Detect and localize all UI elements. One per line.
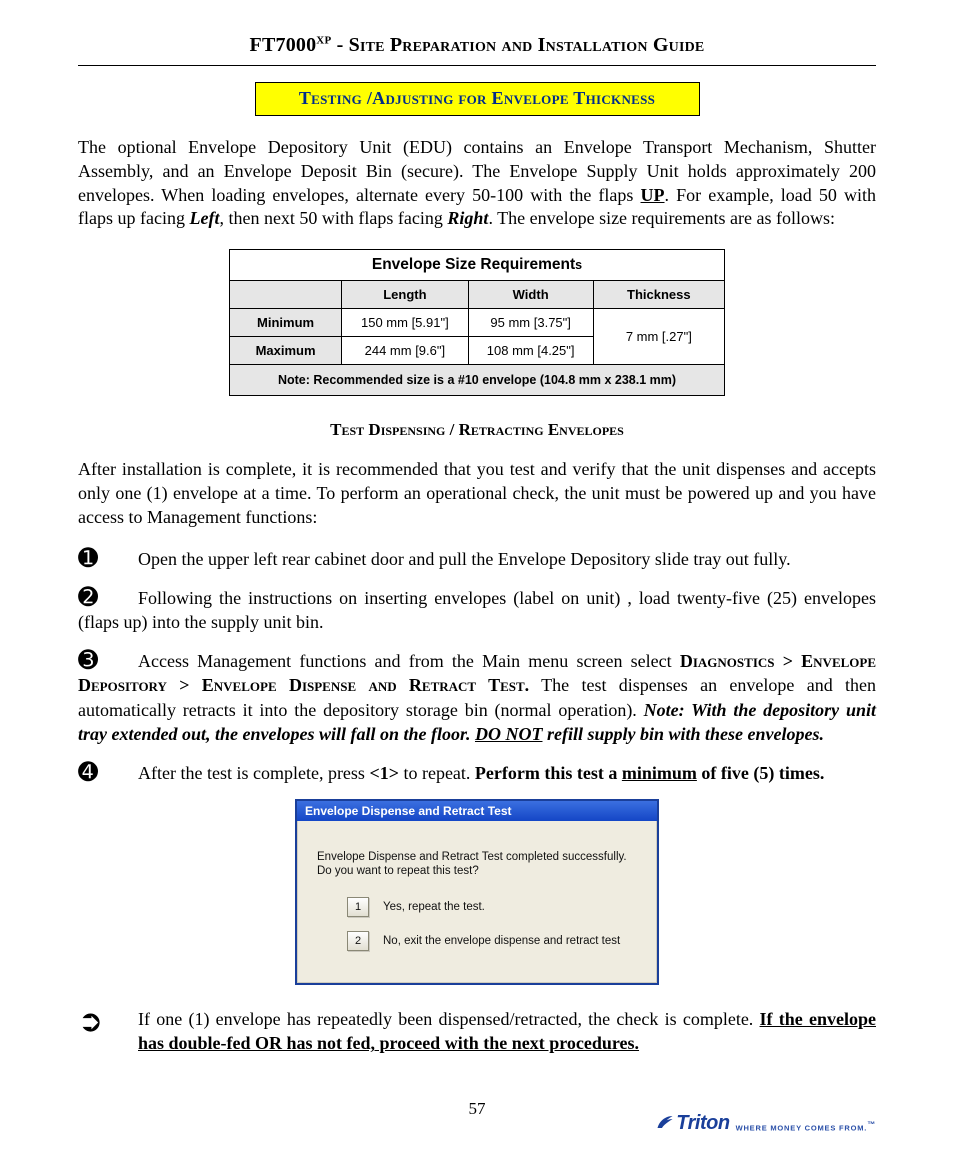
intro-right: Right xyxy=(447,208,488,228)
dialog-option-2[interactable]: 2 No, exit the envelope dispense and ret… xyxy=(347,931,637,951)
model-prefix: FT7000 xyxy=(250,34,317,56)
tm-mark: ™ xyxy=(867,1120,876,1129)
step-1: ➊ Open the upper left rear cabinet door … xyxy=(78,547,876,571)
step-4-mid: to repeat. xyxy=(399,763,475,783)
brand-mark: Triton xyxy=(656,1112,729,1135)
triton-swoosh-icon xyxy=(656,1113,674,1131)
table-title: Envelope Size Requirement xyxy=(372,256,575,273)
step-3-number-icon: ➌ xyxy=(78,649,138,673)
intro-paragraph: The optional Envelope Depository Unit (E… xyxy=(78,136,876,231)
step-1-number-icon: ➊ xyxy=(78,547,138,571)
header-rule xyxy=(78,65,876,66)
table-note: Note: Recommended size is a #10 envelope… xyxy=(230,365,725,396)
dialog-option-1[interactable]: 1 Yes, repeat the test. xyxy=(347,897,637,917)
table-row-min: Minimum 150 mm [5.91"] 95 mm [3.75"] 7 m… xyxy=(230,309,725,337)
table-title-suffix: s xyxy=(575,258,582,272)
step-3-note-tail: refill supply bin with these envelopes. xyxy=(542,724,824,744)
th-thickness: Thickness xyxy=(593,281,724,309)
page-header: FT7000XP - Site Preparation and Installa… xyxy=(78,34,876,65)
th-blank xyxy=(230,281,342,309)
step-arrow: ➲ If one (1) envelope has repeatedly bee… xyxy=(78,1007,876,1056)
step-4-pre: After the test is complete, press xyxy=(138,763,369,783)
dialog-mock: Envelope Dispense and Retract Test Envel… xyxy=(295,799,659,985)
row-min-length: 150 mm [5.91"] xyxy=(342,309,469,337)
intro-part4: . The envelope size requirements are as … xyxy=(488,208,835,228)
row-max-length: 244 mm [9.6"] xyxy=(342,337,469,365)
step-3-pre: Access Management functions and from the… xyxy=(138,651,680,671)
row-max-width: 108 mm [4.25"] xyxy=(468,337,593,365)
step-4-bold-post: of five (5) times. xyxy=(697,763,824,783)
step-2-text: Following the instructions on inserting … xyxy=(78,588,876,632)
th-width: Width xyxy=(468,281,593,309)
footer-logo: Triton WHERE MONEY COMES FROM.™ xyxy=(656,1112,876,1135)
dialog-opt1-text: Yes, repeat the test. xyxy=(383,901,485,913)
dialog-line2: Do you want to repeat this test? xyxy=(317,865,637,877)
step-4-line: After the test is complete, press <1> to… xyxy=(138,761,824,785)
step-3-donot: DO NOT xyxy=(475,724,543,744)
arrow-pre: If one (1) envelope has repeatedly been … xyxy=(138,1009,760,1029)
step-3: ➌ Access Management functions and from t… xyxy=(78,649,876,747)
steps-list: ➊ Open the upper left rear cabinet door … xyxy=(78,547,876,1056)
dialog-titlebar: Envelope Dispense and Retract Test xyxy=(297,801,657,821)
step-4: ➍ After the test is complete, press <1> … xyxy=(78,761,876,785)
intro-part3: , then next 50 with flaps facing xyxy=(219,208,447,228)
subsection-heading: Test Dispensing / Retracting Envelopes xyxy=(78,420,876,440)
step-4-key: <1> xyxy=(369,763,399,783)
tagline-text: WHERE MONEY COMES FROM. xyxy=(736,1123,868,1132)
dialog-key-2[interactable]: 2 xyxy=(347,931,369,951)
row-max-label: Maximum xyxy=(230,337,342,365)
th-length: Length xyxy=(342,281,469,309)
row-min-label: Minimum xyxy=(230,309,342,337)
step-2-number-icon: ➋ xyxy=(78,586,138,610)
step-4-bold-pre: Perform this test a xyxy=(475,763,622,783)
requirements-table: Envelope Size Requirements Length Width … xyxy=(229,249,725,396)
dialog-opt2-text: No, exit the envelope dispense and retra… xyxy=(383,935,620,947)
step-4-number-icon: ➍ xyxy=(78,761,138,785)
step-2: ➋ Following the instructions on insertin… xyxy=(78,586,876,635)
intro-up: UP xyxy=(641,185,665,205)
step-4-min: minimum xyxy=(622,763,697,783)
table-title-cell: Envelope Size Requirements xyxy=(230,250,725,281)
arrow-icon: ➲ xyxy=(78,1007,138,1037)
brand-text: Triton xyxy=(676,1112,729,1134)
section-title: Testing /Adjusting for Envelope Thicknes… xyxy=(299,88,655,108)
brand-tagline: WHERE MONEY COMES FROM.™ xyxy=(736,1120,876,1136)
step-1-text: Open the upper left rear cabinet door an… xyxy=(138,547,791,571)
after-install-paragraph: After installation is complete, it is re… xyxy=(78,458,876,529)
dialog-key-1[interactable]: 1 xyxy=(347,897,369,917)
dialog-body: Envelope Dispense and Retract Test compl… xyxy=(297,821,657,983)
intro-left: Left xyxy=(189,208,219,228)
thickness-cell: 7 mm [.27"] xyxy=(593,309,724,365)
section-title-box: Testing /Adjusting for Envelope Thicknes… xyxy=(255,82,700,116)
page: FT7000XP - Site Preparation and Installa… xyxy=(0,0,954,1159)
model-super: XP xyxy=(316,34,331,46)
table-header-row: Length Width Thickness xyxy=(230,281,725,309)
dialog-options: 1 Yes, repeat the test. 2 No, exit the e… xyxy=(317,897,637,951)
row-min-width: 95 mm [3.75"] xyxy=(468,309,593,337)
header-rest: - Site Preparation and Installation Guid… xyxy=(331,34,704,56)
dialog-line1: Envelope Dispense and Retract Test compl… xyxy=(317,851,637,863)
